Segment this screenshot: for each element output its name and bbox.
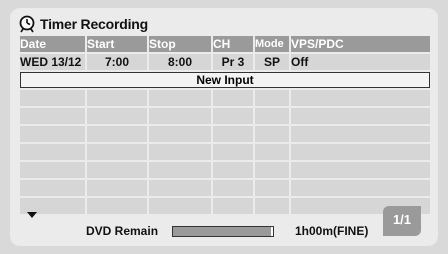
page-indicator: 1/1 [383, 206, 421, 236]
cell-date: WED 13/12 [20, 52, 87, 71]
table-row[interactable] [20, 106, 430, 125]
dvd-remain-label: DVD Remain [86, 224, 159, 238]
page-title: Timer Recording [40, 16, 148, 32]
dvd-remain-time: 1h00m(FINE) [295, 224, 369, 238]
table-row[interactable] [20, 142, 430, 161]
cell-mode: SP [254, 52, 291, 71]
dvd-remain-bar [172, 226, 274, 237]
column-header-date: Date [20, 36, 87, 53]
new-input-button[interactable]: New Input [20, 73, 430, 88]
cell-stop: 8:00 [148, 52, 213, 71]
column-header-ch: CH [212, 36, 255, 53]
scroll-down-icon[interactable] [27, 212, 37, 218]
column-header-vps-pdc: VPS/PDC [290, 36, 430, 53]
column-header-stop: Stop [148, 36, 213, 53]
table-row[interactable]: WED 13/12 7:00 8:00 Pr 3 SP Off [20, 52, 430, 71]
clock-icon [19, 15, 35, 33]
table-row[interactable] [20, 88, 430, 107]
table-row[interactable] [20, 178, 430, 197]
table-row[interactable] [20, 160, 430, 179]
title-bar: Timer Recording [18, 13, 148, 35]
table-row[interactable] [20, 196, 430, 214]
dvd-remain-bar-fill [173, 227, 271, 236]
timer-table: Date Start Stop CH Mode VPS/PDC WED 13/1… [20, 36, 430, 214]
cell-start: 7:00 [86, 52, 149, 71]
table-header-row: Date Start Stop CH Mode VPS/PDC [20, 36, 430, 53]
column-header-start: Start [86, 36, 149, 53]
new-input-row[interactable]: New Input [20, 70, 430, 89]
cell-ch: Pr 3 [212, 52, 255, 71]
table-row[interactable] [20, 124, 430, 143]
cell-vps-pdc: Off [290, 52, 430, 71]
column-header-mode: Mode [254, 36, 291, 53]
